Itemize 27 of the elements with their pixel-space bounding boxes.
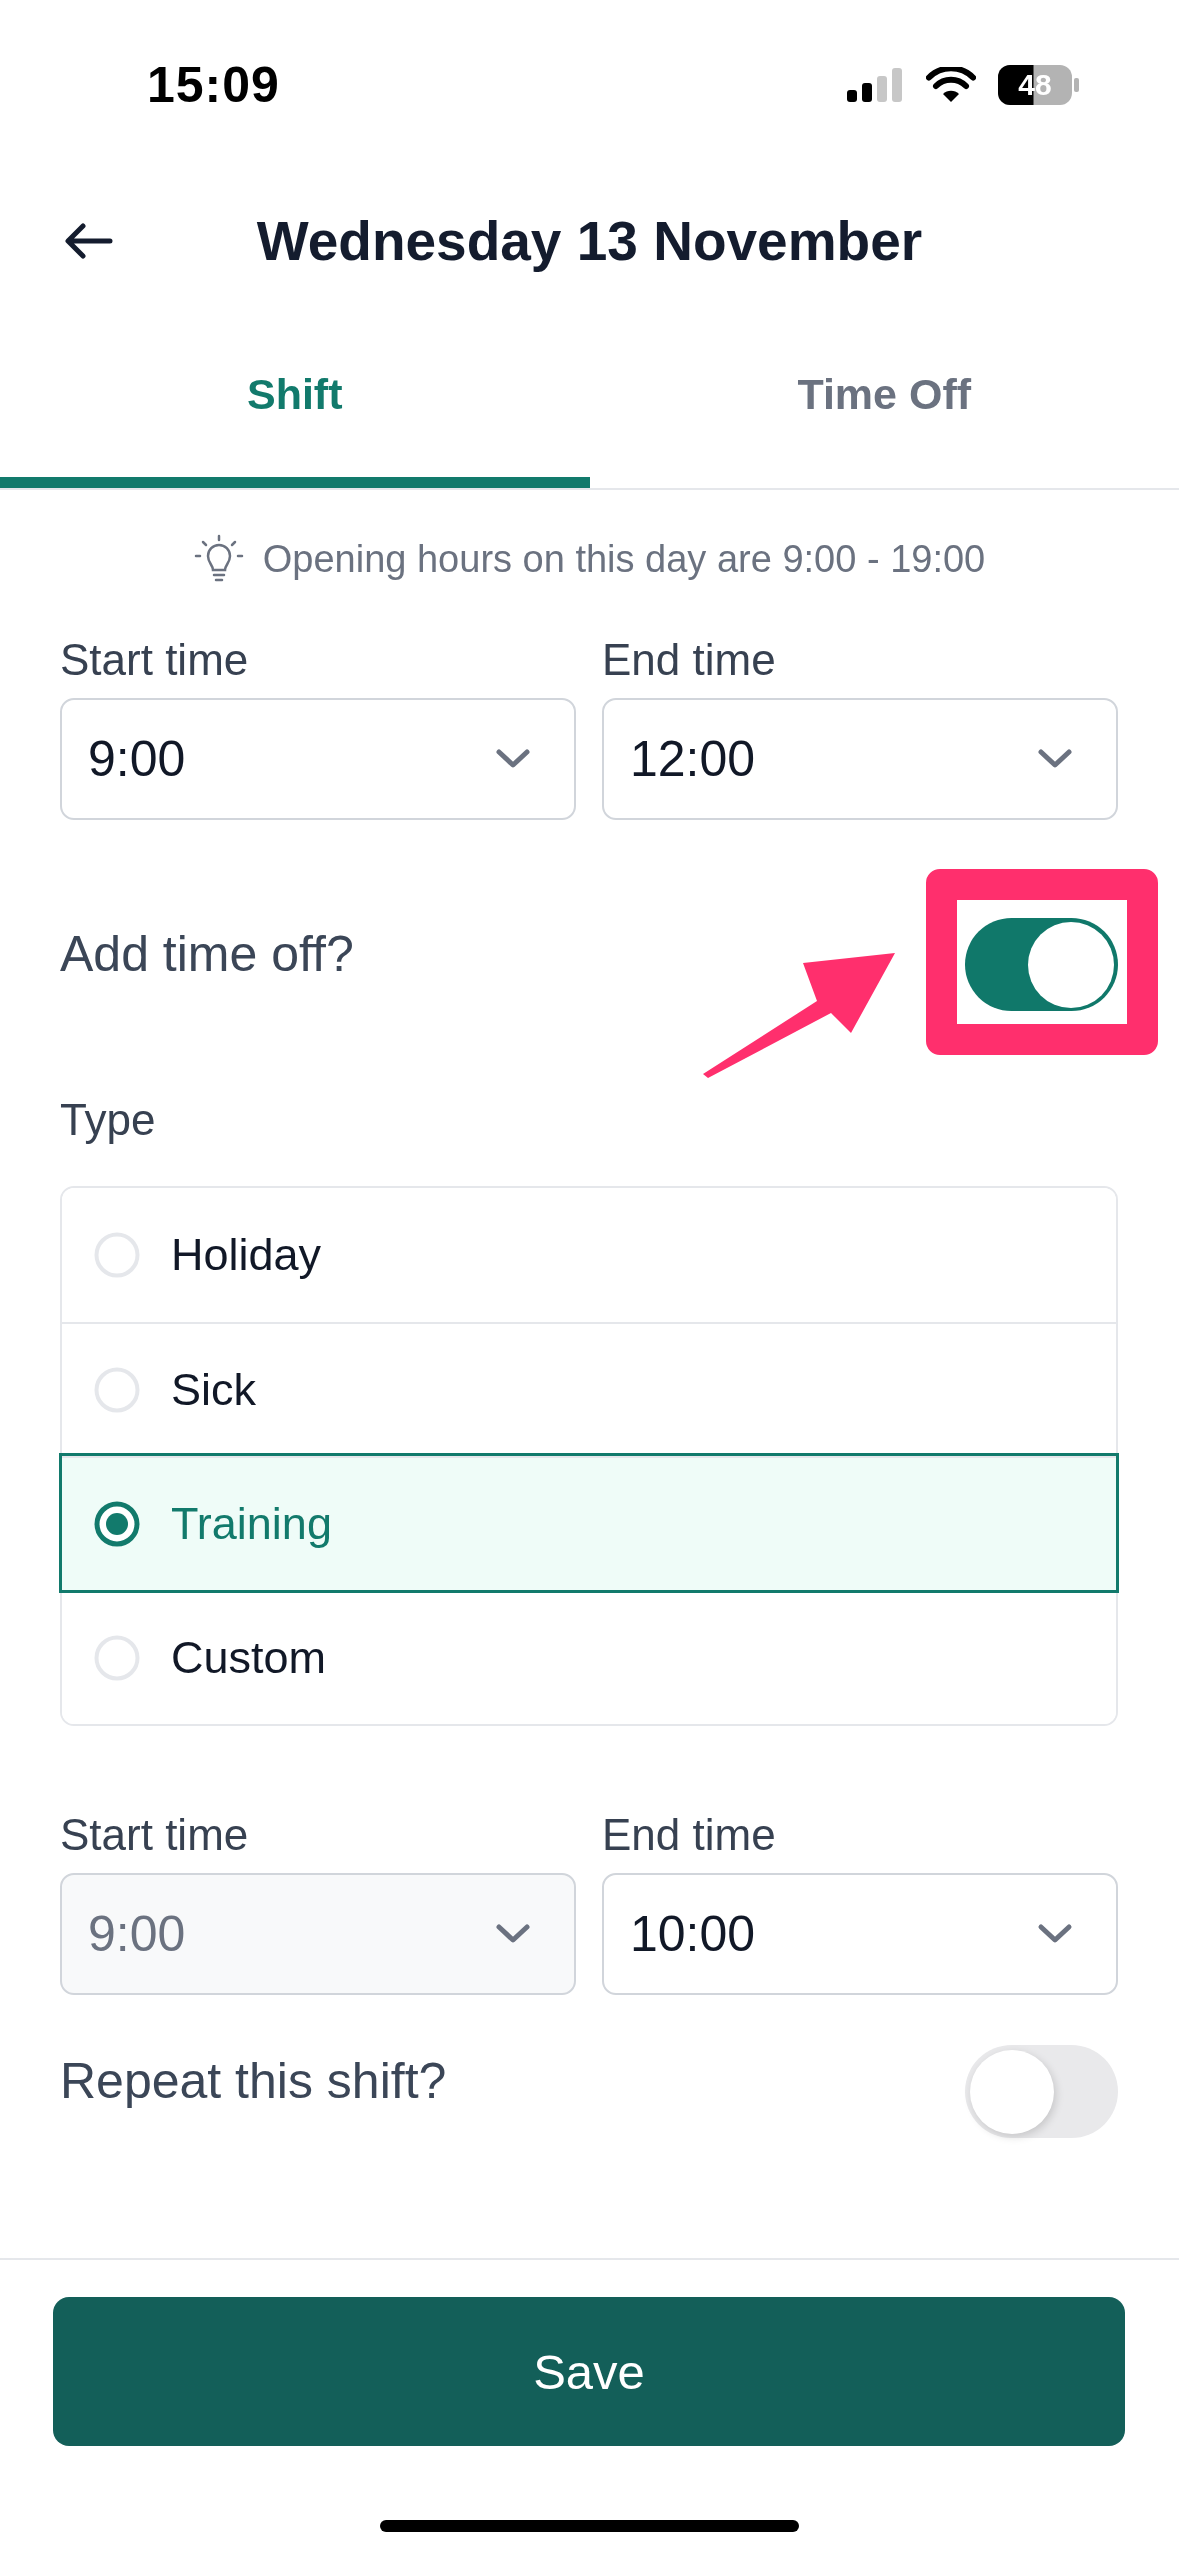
field-label: End time [602,635,777,685]
chevron-down-icon [1037,1923,1073,1945]
back-arrow-icon[interactable] [65,223,113,259]
save-button[interactable]: Save [53,2297,1125,2446]
radio-option[interactable]: Training [62,1456,1116,1590]
field-label: End time [602,1810,777,1860]
section-label: Type [60,1095,157,1145]
chevron-down-icon [1037,748,1073,770]
radio-option[interactable]: Sick [62,1322,1116,1456]
radio-option[interactable]: Custom [62,1590,1116,1724]
status-time: 15:09 [147,56,280,114]
signal-icon [847,68,904,102]
toggle-label: Add time off? [60,925,354,982]
hint-text: Opening hours on this day are 9:00 - 19:00 [262,537,986,581]
tab[interactable]: Time Off [589,312,1179,488]
lightbulb-icon [192,534,245,584]
chevron-down-icon [495,1923,531,1945]
field-label: Start time [60,1810,250,1860]
time-dropdown[interactable]: 10:00 [602,1873,1118,1995]
toggle-label: Repeat this shift? [60,2052,447,2109]
field-label: Start time [60,635,250,685]
time-dropdown[interactable]: 9:00 [60,698,576,820]
chevron-down-icon [495,748,531,770]
page-title: Wednesday 13 November [256,209,923,273]
wifi-icon [926,67,976,103]
tab[interactable]: Shift [0,312,590,488]
time-dropdown[interactable]: 12:00 [602,698,1118,820]
